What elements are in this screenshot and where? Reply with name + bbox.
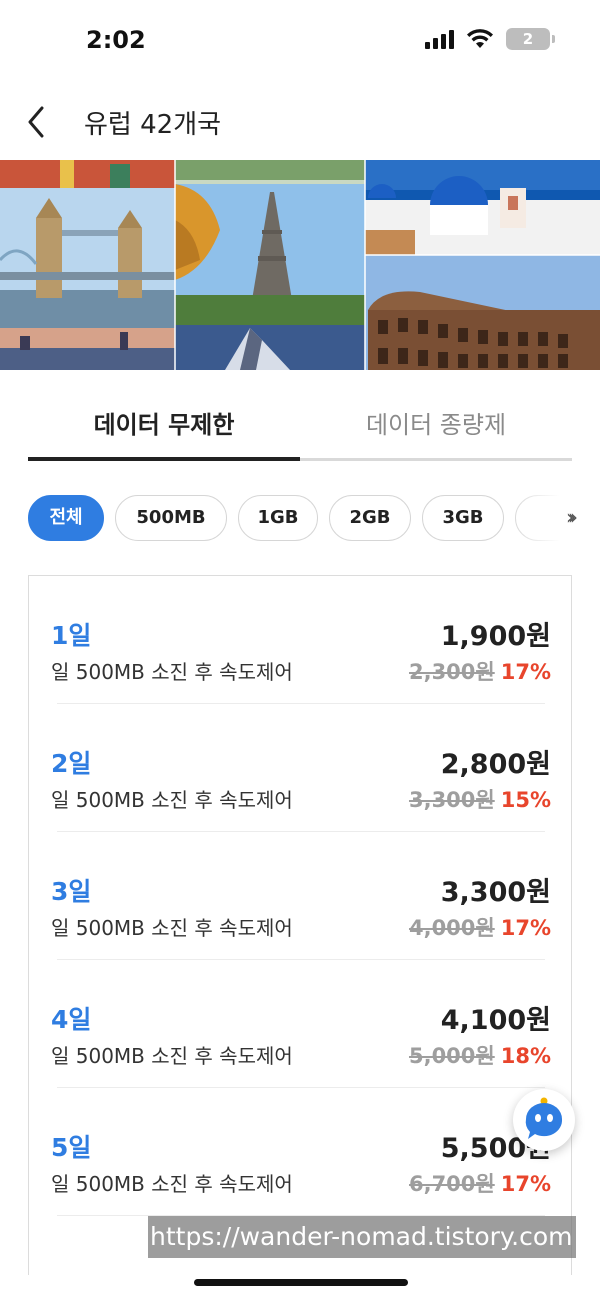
plan-original-price: 3,300원 xyxy=(408,788,495,812)
tab-metered-data[interactable]: 데이터 종량제 xyxy=(300,395,572,455)
plan-duration: 3일 xyxy=(51,877,92,906)
plan-discount-rate: 17% xyxy=(500,916,551,940)
plan-price: 3,300원 xyxy=(440,877,551,908)
europe-collage-banner xyxy=(0,160,600,370)
plan-original-price: 5,000원 xyxy=(408,1044,495,1068)
plan-item-1day[interactable]: 1일 일 500MB 소진 후 속도제어 1,900원 2,300원 17% xyxy=(29,576,571,704)
home-indicator[interactable] xyxy=(194,1279,408,1286)
plan-original-price: 4,000원 xyxy=(408,916,495,940)
plan-price: 4,100원 xyxy=(440,1005,551,1036)
colosseum-photo xyxy=(365,255,600,370)
plan-original-price: 2,300원 xyxy=(408,660,495,684)
chips-fade xyxy=(510,495,600,543)
plan-price: 2,800원 xyxy=(440,749,551,780)
plan-discount-info: 5,000원 18% xyxy=(409,1040,551,1070)
cellular-signal-icon xyxy=(425,29,454,49)
battery-icon: 2 xyxy=(506,28,555,50)
chevron-left-icon[interactable] xyxy=(22,104,52,140)
chip-2gb[interactable]: 2GB xyxy=(329,495,411,541)
plan-list: 1일 일 500MB 소진 후 속도제어 1,900원 2,300원 17% 2일… xyxy=(28,575,572,1275)
chatbot-icon xyxy=(525,1097,563,1139)
plan-discount-rate: 17% xyxy=(500,660,551,684)
plan-discount-info: 6,700원 17% xyxy=(409,1168,551,1198)
status-bar: 2:02 2 xyxy=(0,0,600,80)
page-title: 유럽 42개국 xyxy=(84,110,222,140)
chip-500mb[interactable]: 500MB xyxy=(115,495,227,541)
plan-description: 일 500MB 소진 후 속도제어 xyxy=(51,1044,293,1068)
plan-discount-info: 3,300원 15% xyxy=(409,784,551,814)
chatbot-button[interactable] xyxy=(513,1089,575,1151)
status-icons: 2 xyxy=(425,28,555,50)
plan-type-tabs: 데이터 무제한 데이터 종량제 xyxy=(28,395,572,461)
plan-discount-rate: 15% xyxy=(500,788,551,812)
plan-discount-rate: 18% xyxy=(500,1044,551,1068)
plan-discount-info: 2,300원 17% xyxy=(409,656,551,686)
plan-item-5day[interactable]: 5일 일 500MB 소진 후 속도제어 5,500원 6,700원 17% xyxy=(29,1088,571,1216)
header: 유럽 42개국 xyxy=(0,92,600,152)
status-time: 2:02 xyxy=(86,26,146,54)
plan-item-2day[interactable]: 2일 일 500MB 소진 후 속도제어 2,800원 3,300원 15% xyxy=(29,704,571,832)
tower-bridge-photo xyxy=(0,160,175,370)
plan-price: 1,900원 xyxy=(440,621,551,652)
plan-description: 일 500MB 소진 후 속도제어 xyxy=(51,788,293,812)
plan-item-4day[interactable]: 4일 일 500MB 소진 후 속도제어 4,100원 5,000원 18% xyxy=(29,960,571,1088)
eiffel-tower-photo xyxy=(175,160,365,370)
plan-original-price: 6,700원 xyxy=(408,1172,495,1196)
chip-3gb[interactable]: 3GB xyxy=(422,495,504,541)
double-chevron-right-icon[interactable]: ››› xyxy=(566,505,578,529)
wifi-icon xyxy=(467,29,493,48)
plan-discount-info: 4,000원 17% xyxy=(409,912,551,942)
chip-all[interactable]: 전체 xyxy=(28,495,104,541)
watermark-url: https://wander-nomad.tistory.com xyxy=(148,1216,576,1258)
plan-description: 일 500MB 소진 후 속도제어 xyxy=(51,1172,293,1196)
plan-duration: 1일 xyxy=(51,621,92,650)
plan-duration: 2일 xyxy=(51,749,92,778)
plan-duration: 5일 xyxy=(51,1133,92,1162)
data-filter-chips: 전체 500MB 1GB 2GB 3GB ››› xyxy=(28,495,600,543)
plan-description: 일 500MB 소진 후 속도제어 xyxy=(51,916,293,940)
tab-active-indicator xyxy=(28,457,300,461)
santorini-photo xyxy=(365,160,600,255)
plan-description: 일 500MB 소진 후 속도제어 xyxy=(51,660,293,684)
chip-1gb[interactable]: 1GB xyxy=(238,495,318,541)
tab-unlimited-data[interactable]: 데이터 무제한 xyxy=(28,395,300,455)
plan-duration: 4일 xyxy=(51,1005,92,1034)
plan-discount-rate: 17% xyxy=(500,1172,551,1196)
plan-item-3day[interactable]: 3일 일 500MB 소진 후 속도제어 3,300원 4,000원 17% xyxy=(29,832,571,960)
